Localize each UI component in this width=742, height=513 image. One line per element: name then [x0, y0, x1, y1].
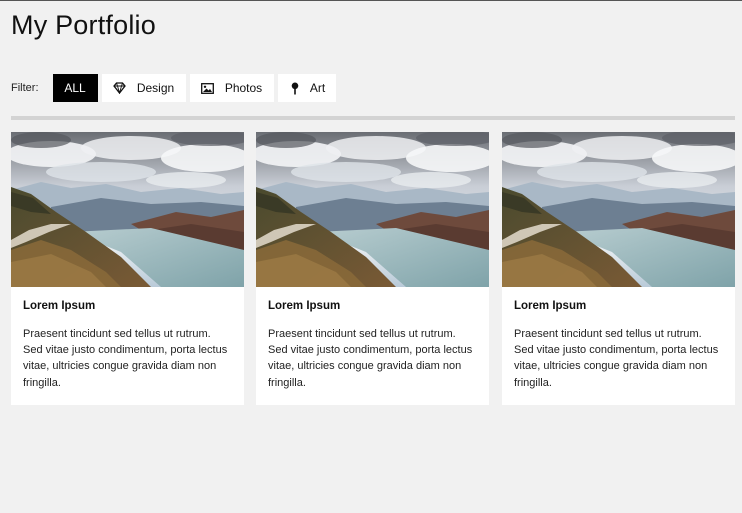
divider	[11, 116, 735, 120]
diamond-icon	[113, 81, 127, 95]
filter-all-label: ALL	[64, 81, 86, 95]
portfolio-card[interactable]: Lorem Ipsum Praesent tincidunt sed tellu…	[256, 132, 489, 405]
card-title: Lorem Ipsum	[23, 300, 96, 312]
card-title: Lorem Ipsum	[268, 300, 341, 312]
filter-design-button[interactable]: Design	[101, 74, 186, 102]
page-title: My Portfolio	[11, 10, 156, 40]
card-text: Praesent tincidunt sed tellus ut rutrum.…	[514, 328, 719, 389]
map-pin-icon	[288, 81, 302, 95]
filter-art-button[interactable]: Art	[277, 74, 336, 102]
filter-bar: Filter: ALL Design Photos Art	[11, 74, 340, 102]
card-photo	[502, 132, 735, 287]
photo-icon	[201, 81, 215, 95]
card-text: Praesent tincidunt sed tellus ut rutrum.…	[268, 328, 473, 389]
card-text: Praesent tincidunt sed tellus ut rutrum.…	[23, 328, 228, 389]
card-photo	[256, 132, 489, 287]
card-photo	[11, 132, 244, 287]
filter-design-label: Design	[136, 81, 175, 95]
filter-photos-label: Photos	[224, 81, 263, 95]
card-title: Lorem Ipsum	[514, 300, 587, 312]
portfolio-card[interactable]: Lorem Ipsum Praesent tincidunt sed tellu…	[11, 132, 244, 405]
filter-art-label: Art	[309, 81, 326, 95]
filter-all-button[interactable]: ALL	[52, 74, 98, 102]
top-border	[0, 0, 742, 1]
filter-photos-button[interactable]: Photos	[189, 74, 274, 102]
portfolio-card[interactable]: Lorem Ipsum Praesent tincidunt sed tellu…	[502, 132, 735, 405]
filter-label: Filter:	[11, 82, 39, 94]
